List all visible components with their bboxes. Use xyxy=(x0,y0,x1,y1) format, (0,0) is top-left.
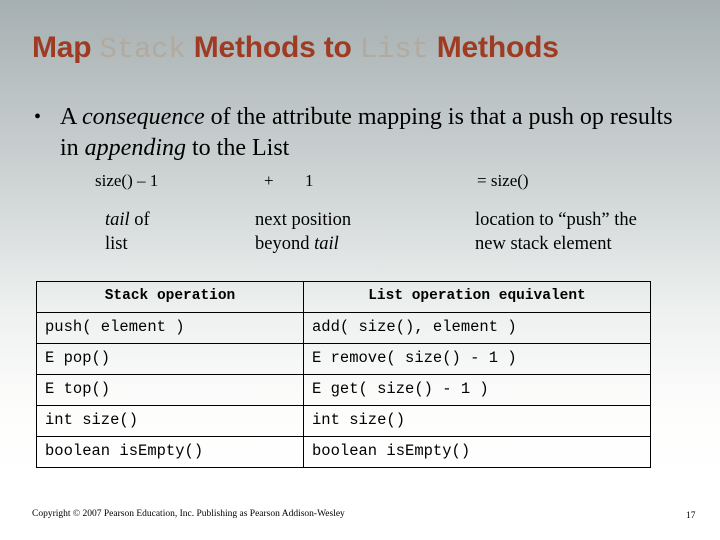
stack-list-mapping-table: Stack operation List operation equivalen… xyxy=(36,281,651,468)
description-col1-rest: of xyxy=(129,210,150,230)
slide-page-number: 17 xyxy=(686,511,696,521)
table-row: E pop() E remove( size() - 1 ) xyxy=(36,343,651,375)
title-segment-methods: Methods xyxy=(428,31,559,64)
table-cell-list-op: boolean isEmpty() xyxy=(303,436,651,468)
table-cell-stack-op: boolean isEmpty() xyxy=(36,436,304,468)
table-row: boolean isEmpty() boolean isEmpty() xyxy=(36,436,651,468)
footer-copyright: Copyright © 2007 Pearson Education, Inc.… xyxy=(32,509,345,519)
equation-result-term: = size() xyxy=(477,171,529,190)
bullet-line1-prefix: A xyxy=(60,104,83,130)
title-segment-list: List xyxy=(359,33,429,66)
description-col1-line2: list xyxy=(105,234,128,254)
description-col2-line1: next position xyxy=(255,210,352,230)
description-col2-line2-prefix: beyond xyxy=(255,234,315,254)
table-cell-stack-op: int size() xyxy=(36,405,304,437)
description-col3-line1: location to “push” the xyxy=(475,210,637,230)
bullet-list: • A consequence of the attribute mapping… xyxy=(34,102,674,164)
description-col1-emphasis: tail xyxy=(105,210,130,230)
table-row: E top() E get( size() - 1 ) xyxy=(36,374,651,406)
slide-canvas: Map Stack Methods to List Methods • A co… xyxy=(0,0,720,540)
description-column-next-position: next position beyond tail xyxy=(255,208,455,256)
table-cell-stack-op: E pop() xyxy=(36,343,304,375)
table-cell-list-op: int size() xyxy=(303,405,651,437)
title-segment-stack: Stack xyxy=(99,33,186,66)
equation-plus-operator: + xyxy=(264,171,274,190)
bullet-item-text: A consequence of the attribute mapping i… xyxy=(60,102,674,164)
equation-row: size() – 1 + 1 = size() xyxy=(0,171,720,197)
bullet-marker-icon: • xyxy=(34,106,42,128)
description-column-push-location: location to “push” the new stack element xyxy=(475,208,690,256)
table-row: push( element ) add( size(), element ) xyxy=(36,312,651,344)
equation-left-term: size() – 1 xyxy=(95,171,159,190)
bullet-line1-suffix: of the attribute mapping is that a xyxy=(204,104,523,130)
equation-one-term: 1 xyxy=(305,171,314,190)
table-row: int size() int size() xyxy=(36,405,651,437)
table-header-row: Stack operation List operation equivalen… xyxy=(36,281,651,313)
description-col3-line2: new stack element xyxy=(475,234,612,254)
description-column-tail-of-list: tail of list xyxy=(105,208,245,256)
table-cell-list-op: E remove( size() - 1 ) xyxy=(303,343,651,375)
slide-title: Map Stack Methods to List Methods xyxy=(32,30,692,68)
bullet-line1-emphasis: consequence xyxy=(82,104,205,130)
table-cell-list-op: add( size(), element ) xyxy=(303,312,651,344)
table-cell-stack-op: E top() xyxy=(36,374,304,406)
title-segment-map: Map xyxy=(32,31,100,64)
description-col2-emphasis: tail xyxy=(314,234,339,254)
table-header-list-operation: List operation equivalent xyxy=(303,281,651,313)
title-segment-methods-to: Methods to xyxy=(185,31,360,64)
table-cell-list-op: E get( size() - 1 ) xyxy=(303,374,651,406)
bullet-line2-suffix: to the List xyxy=(186,135,290,161)
bullet-line2-emphasis: appending xyxy=(84,135,186,161)
table-cell-stack-op: push( element ) xyxy=(36,312,304,344)
table-header-stack-operation: Stack operation xyxy=(36,281,304,313)
